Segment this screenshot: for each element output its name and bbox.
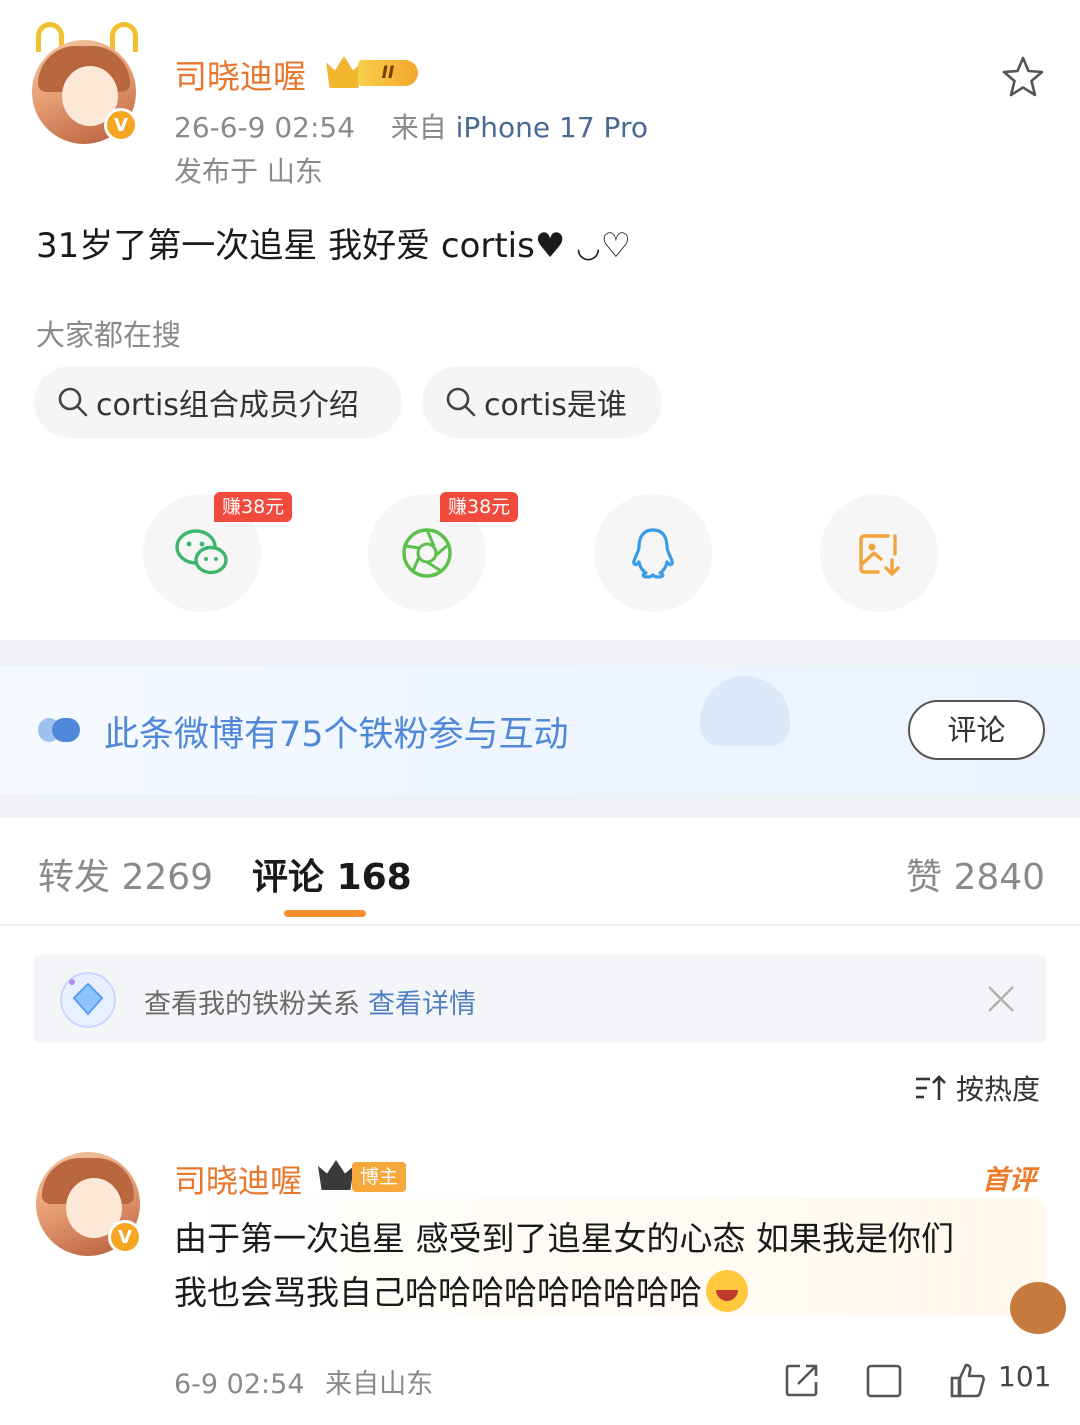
search-icon bbox=[58, 387, 88, 417]
post-location: 发布于 山东 bbox=[174, 155, 323, 188]
antler-decoration bbox=[110, 22, 138, 52]
notice-text: 查看我的铁粉关系 bbox=[144, 989, 360, 1020]
commenter-name[interactable]: 司晓迪喔 bbox=[174, 1156, 302, 1202]
comment-location: 来自山东 bbox=[325, 1369, 434, 1400]
post-timestamp: 26-6-9 02:54 bbox=[174, 111, 356, 144]
like-count: 101 bbox=[998, 1360, 1052, 1393]
qq-icon bbox=[632, 528, 674, 579]
tab-reposts[interactable]: 转发 2269 bbox=[38, 848, 213, 900]
verified-badge-icon: V bbox=[104, 108, 138, 142]
comment-meta: 6-9 02:54 来自山东 bbox=[174, 1362, 433, 1401]
tab-label: 转发 bbox=[38, 857, 111, 898]
save-image-icon bbox=[859, 534, 900, 576]
moments-icon bbox=[402, 528, 452, 578]
active-tab-indicator bbox=[284, 910, 366, 917]
tab-count: 168 bbox=[336, 857, 412, 898]
heart-filled-icon: ♥ bbox=[534, 226, 566, 266]
close-icon[interactable] bbox=[984, 982, 1018, 1016]
tab-label: 评论 bbox=[252, 857, 325, 898]
like-icon[interactable] bbox=[948, 1360, 988, 1400]
author-avatar[interactable]: V bbox=[32, 22, 138, 144]
section-divider bbox=[0, 794, 1080, 818]
sort-by-hot-button[interactable]: 按热度 bbox=[914, 1068, 1040, 1108]
trending-search-heading: 大家都在搜 bbox=[36, 318, 182, 352]
share-icon[interactable] bbox=[782, 1360, 822, 1400]
view-details-link[interactable]: 查看详情 bbox=[368, 989, 476, 1020]
comment-text-line: 由于第一次追星 感受到了追星女的心态 如果我是你们 bbox=[174, 1219, 954, 1258]
diamond-icon bbox=[60, 972, 116, 1028]
comment-text-line-2: 我也会骂我自己哈哈哈哈哈哈哈哈哈 bbox=[174, 1266, 748, 1314]
tab-label: 赞 bbox=[906, 857, 943, 898]
post-device[interactable]: iPhone 17 Pro bbox=[456, 111, 648, 144]
comment-icon[interactable] bbox=[864, 1360, 904, 1400]
tab-comments[interactable]: 评论 168 bbox=[252, 848, 412, 900]
notice-text-row: 查看我的铁粉关系 查看详情 bbox=[144, 982, 476, 1021]
favorite-star-icon[interactable] bbox=[1000, 54, 1046, 100]
earn-tag: 赚38元 bbox=[214, 492, 293, 522]
post-text: 31岁了第一次追星 我好爱 cortis bbox=[36, 226, 535, 266]
author-name[interactable]: 司晓迪喔 bbox=[174, 50, 306, 98]
search-chip-label: cortis组合成员介绍 bbox=[96, 388, 359, 423]
comment-text-line: 我也会骂我自己哈哈哈哈哈哈哈哈哈 bbox=[174, 1273, 702, 1312]
crown-icon bbox=[326, 56, 362, 88]
earn-tag: 赚38元 bbox=[440, 492, 519, 522]
crown-icon bbox=[318, 1160, 354, 1190]
sort-icon bbox=[916, 1075, 946, 1100]
smile-icon: ◡ bbox=[576, 231, 601, 264]
sort-label: 按热度 bbox=[956, 1073, 1041, 1106]
tabs-divider bbox=[0, 924, 1080, 926]
member-rank-badge[interactable]: II bbox=[326, 56, 422, 88]
search-icon bbox=[446, 387, 476, 417]
rank-level: II bbox=[358, 60, 418, 86]
comment-time: 6-9 02:54 bbox=[174, 1369, 305, 1400]
commenter-avatar[interactable]: V bbox=[36, 1152, 142, 1256]
banner-comment-button[interactable]: 评论 bbox=[908, 700, 1045, 760]
verified-badge-icon: V bbox=[108, 1220, 142, 1254]
post-body: 31岁了第一次追星 我好爱 cortis♥ ◡♡ bbox=[36, 218, 631, 267]
laughing-emoji-icon bbox=[706, 1270, 748, 1312]
blogger-tag: 博主 bbox=[352, 1162, 407, 1192]
post-meta: 26-6-9 02:54 来自 iPhone 17 Pro bbox=[174, 106, 648, 146]
share-qq-button[interactable] bbox=[594, 494, 712, 612]
tab-count: 2840 bbox=[953, 857, 1046, 898]
search-chip[interactable]: cortis是谁 bbox=[422, 366, 662, 438]
from-label: 来自 bbox=[390, 111, 447, 144]
bear-decoration bbox=[1010, 1282, 1066, 1334]
save-image-button[interactable] bbox=[820, 494, 938, 612]
heart-outline-icon: ♡ bbox=[600, 226, 632, 266]
ironfan-banner-text: 此条微博有75个铁粉参与互动 bbox=[104, 715, 569, 755]
first-comment-tag: 首评 bbox=[982, 1165, 1036, 1196]
fan-interaction-icon bbox=[38, 718, 80, 742]
tab-likes[interactable]: 赞 2840 bbox=[906, 848, 1045, 900]
search-chip[interactable]: cortis组合成员介绍 bbox=[34, 366, 402, 438]
search-chip-label: cortis是谁 bbox=[484, 388, 627, 423]
tab-count: 2269 bbox=[121, 857, 214, 898]
section-divider bbox=[0, 640, 1080, 666]
wechat-icon bbox=[175, 529, 228, 575]
